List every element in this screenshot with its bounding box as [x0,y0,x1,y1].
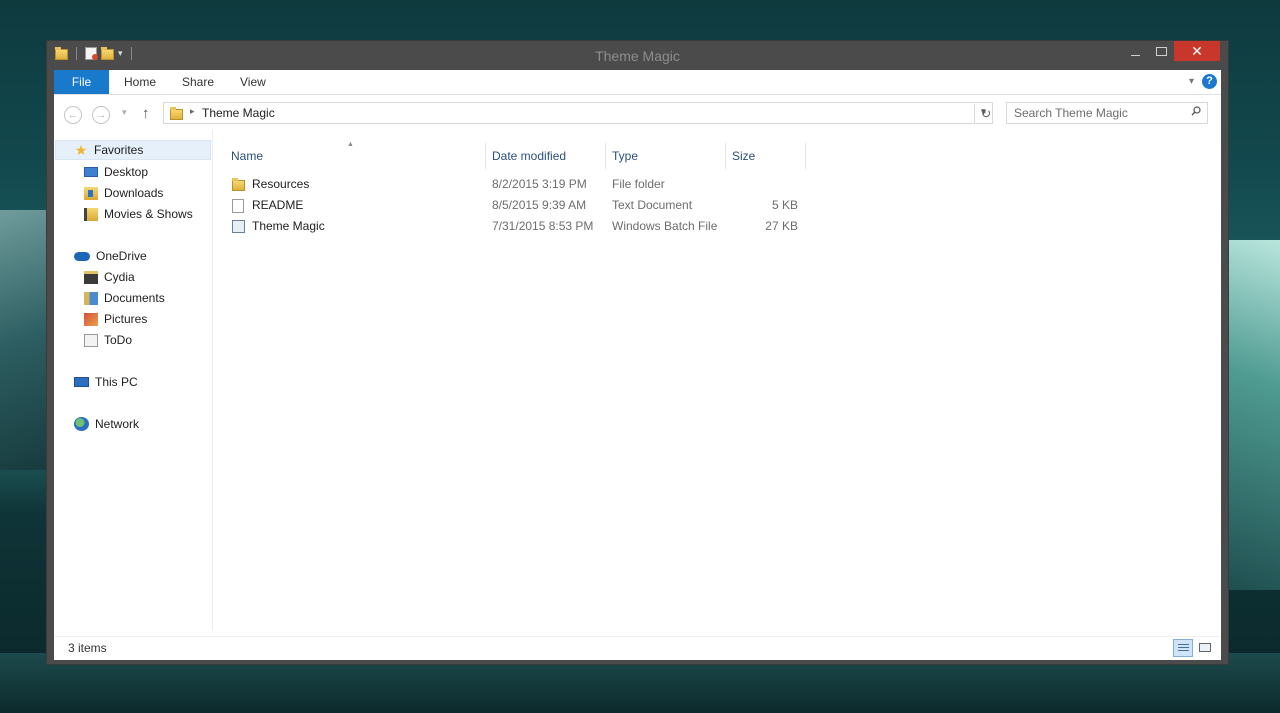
navigation-pane: ★ Favorites Desktop Downloads Movies & S… [54,129,213,631]
large-icons-view-button[interactable] [1195,639,1215,657]
file-name[interactable]: Resources [252,174,309,195]
details-view-button[interactable] [1173,639,1193,657]
chevron-right-icon[interactable]: ▸ [190,106,195,117]
caption-buttons: ✕ [1122,41,1220,61]
sidebar-item-cydia[interactable]: Cydia [84,267,135,287]
sidebar-item-network[interactable]: Network [74,414,139,434]
file-date: 8/5/2015 9:39 AM [492,198,587,212]
pictures-icon [84,312,98,326]
sidebar-item-label: Downloads [104,186,164,200]
movies-folder-icon [84,207,98,221]
column-divider[interactable] [725,143,726,169]
downloads-icon [84,186,98,200]
search-input[interactable] [1014,106,1179,120]
close-button[interactable]: ✕ [1174,41,1220,61]
network-icon [74,417,89,431]
wallpaper-mountain-left [0,210,48,470]
computer-icon [74,377,89,387]
sidebar-item-movies-shows[interactable]: Movies & Shows [84,204,193,224]
sidebar-item-label: Desktop [104,165,149,179]
column-divider[interactable] [485,143,486,169]
column-divider[interactable] [805,143,806,169]
sidebar-item-pictures[interactable]: Pictures [84,309,147,329]
sidebar-item-documents[interactable]: Documents [84,288,165,308]
folder-icon [84,270,98,284]
tab-view[interactable]: View [240,70,266,94]
column-header-name[interactable]: Name [231,145,263,167]
navigation-bar: ← → ▾ ↑ ▸ Theme Magic ▾ ↻ [54,95,1221,129]
sidebar-item-label: Cydia [104,270,135,284]
tab-home[interactable]: Home [124,70,156,94]
file-list: ▲ Name Date modified Type Size Resources… [213,129,1221,631]
file-size: 27 KB [765,219,798,233]
file-type: Windows Batch File [612,219,718,233]
file-row-theme-magic[interactable]: Theme Magic 7/31/2015 8:53 PM Windows Ba… [213,216,813,237]
recent-locations-button[interactable]: ▾ [122,107,127,118]
search-box[interactable] [1006,102,1208,124]
file-type: File folder [612,177,665,191]
column-header-type[interactable]: Type [612,145,638,167]
sidebar-item-label: OneDrive [96,249,147,263]
sidebar-item-label: Network [95,417,140,431]
sidebar-item-todo[interactable]: ToDo [84,330,132,350]
sidebar-item-label: Documents [104,291,165,305]
column-divider[interactable] [605,143,606,169]
batch-file-icon [232,220,245,233]
status-bar: 3 items [54,636,1221,660]
back-button[interactable]: ← [64,106,82,124]
folder-icon [170,107,183,120]
sidebar-item-label: This PC [95,375,138,389]
expand-ribbon-icon[interactable]: ▾ [1189,76,1194,87]
column-header-date[interactable]: Date modified [492,145,566,167]
documents-icon [84,291,98,305]
sidebar-item-desktop[interactable]: Desktop [84,162,148,182]
onedrive-icon [74,251,90,261]
help-icon[interactable]: ? [1202,74,1217,89]
sidebar-item-label: Movies & Shows [104,207,193,221]
tab-file[interactable]: File [54,70,109,94]
wallpaper-mountain-right [1228,240,1280,590]
sidebar-item-label: Favorites [94,143,144,157]
file-row-resources[interactable]: Resources 8/2/2015 3:19 PM File folder [213,174,813,195]
forward-button[interactable]: → [92,106,110,124]
sidebar-item-onedrive[interactable]: OneDrive [74,246,147,266]
address-bar[interactable]: ▸ Theme Magic ▾ [163,102,993,124]
minimize-button[interactable] [1122,41,1148,61]
refresh-button[interactable]: ↻ [974,104,997,124]
file-date: 7/31/2015 8:53 PM [492,219,594,233]
sidebar-item-label: Pictures [104,312,148,326]
sort-ascending-icon: ▲ [347,141,354,148]
title-bar[interactable]: ▾ Theme Magic ✕ [47,41,1228,70]
file-size: 5 KB [771,198,798,212]
window-title: Theme Magic [595,48,680,64]
file-date: 8/2/2015 3:19 PM [492,177,587,191]
up-button[interactable]: ↑ [142,105,150,122]
window-client-area: File Home Share View ▾ ? ← → ▾ ↑ ▸ Theme… [54,70,1221,657]
desktop-icon [84,167,98,177]
folder-icon [232,178,245,191]
tab-share[interactable]: Share [182,70,214,94]
file-name[interactable]: Theme Magic [252,216,325,237]
column-header-size[interactable]: Size [732,145,755,167]
maximize-button[interactable] [1148,41,1174,61]
explorer-window: ▾ Theme Magic ✕ File Home Share View ▾ ?… [47,41,1228,664]
ribbon-controls: ▾ ? [1189,74,1217,89]
file-name[interactable]: README [252,195,303,216]
sidebar-item-downloads[interactable]: Downloads [84,183,163,203]
star-icon: ★ [74,141,88,158]
folder-icon [84,333,98,347]
ribbon-tabs: File Home Share View ▾ ? [54,70,1221,95]
sidebar-item-favorites[interactable]: ★ Favorites [55,140,211,160]
search-icon[interactable] [1191,106,1201,116]
item-count: 3 items [68,641,107,655]
sidebar-item-label: ToDo [104,333,133,347]
file-type: Text Document [612,198,693,212]
address-path[interactable]: Theme Magic [202,106,275,120]
file-row-readme[interactable]: README 8/5/2015 9:39 AM Text Document 5 … [213,195,813,216]
sidebar-item-this-pc[interactable]: This PC [74,372,138,392]
text-document-icon [232,199,244,213]
